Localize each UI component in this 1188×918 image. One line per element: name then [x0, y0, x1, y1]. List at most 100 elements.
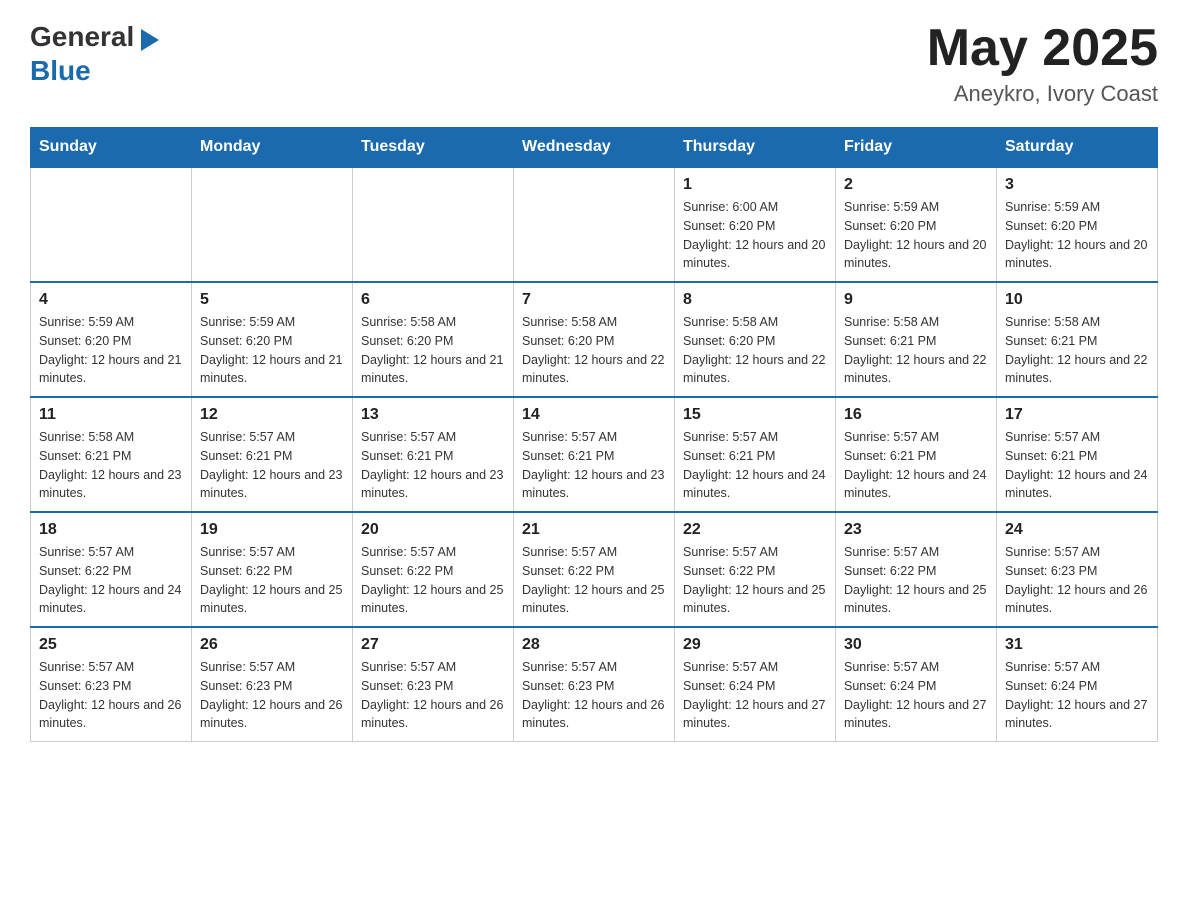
calendar-cell: 11 Sunrise: 5:58 AMSunset: 6:21 PMDayligh…	[31, 397, 192, 512]
day-number: 17	[1005, 406, 1149, 424]
calendar-cell	[514, 167, 675, 282]
calendar-cell: 3 Sunrise: 5:59 AMSunset: 6:20 PMDaylight…	[997, 167, 1158, 282]
calendar-header-row: SundayMondayTuesdayWednesdayThursdayFrid…	[31, 128, 1158, 168]
day-number: 6	[361, 291, 505, 309]
day-info: Sunrise: 5:59 AMSunset: 6:20 PMDaylight:…	[1005, 198, 1149, 273]
calendar-cell: 22 Sunrise: 5:57 AMSunset: 6:22 PMDayligh…	[675, 512, 836, 627]
calendar-week-row: 4 Sunrise: 5:59 AMSunset: 6:20 PMDaylight…	[31, 282, 1158, 397]
day-number: 10	[1005, 291, 1149, 309]
calendar-cell: 17 Sunrise: 5:57 AMSunset: 6:21 PMDayligh…	[997, 397, 1158, 512]
calendar-cell: 8Sunrise: 5:58 AMSunset: 6:20 PMDaylight…	[675, 282, 836, 397]
calendar-week-row: 25Sunrise: 5:57 AMSunset: 6:23 PMDayligh…	[31, 627, 1158, 742]
calendar-cell: 20 Sunrise: 5:57 AMSunset: 6:22 PMDayligh…	[353, 512, 514, 627]
calendar-table: SundayMondayTuesdayWednesdayThursdayFrid…	[30, 127, 1158, 742]
calendar-header-thursday: Thursday	[675, 128, 836, 168]
day-info: Sunrise: 5:57 AMSunset: 6:22 PMDaylight:…	[361, 543, 505, 618]
calendar-cell	[31, 167, 192, 282]
calendar-header-saturday: Saturday	[997, 128, 1158, 168]
day-number: 12	[200, 406, 344, 424]
day-number: 14	[522, 406, 666, 424]
day-number: 22	[683, 521, 827, 539]
calendar-cell: 15 Sunrise: 5:57 AMSunset: 6:21 PMDayligh…	[675, 397, 836, 512]
calendar-cell: 2 Sunrise: 5:59 AMSunset: 6:20 PMDaylight…	[836, 167, 997, 282]
day-number: 30	[844, 636, 988, 654]
day-info: Sunrise: 5:57 AMSunset: 6:22 PMDaylight:…	[844, 543, 988, 618]
calendar-header-sunday: Sunday	[31, 128, 192, 168]
day-number: 13	[361, 406, 505, 424]
day-info: Sunrise: 5:57 AMSunset: 6:24 PMDaylight:…	[844, 658, 988, 733]
day-info: Sunrise: 5:57 AMSunset: 6:21 PMDaylight:…	[683, 428, 827, 503]
day-number: 26	[200, 636, 344, 654]
day-info: Sunrise: 5:57 AMSunset: 6:21 PMDaylight:…	[1005, 428, 1149, 503]
day-number: 18	[39, 521, 183, 539]
day-info: Sunrise: 5:59 AMSunset: 6:20 PMDaylight:…	[200, 313, 344, 388]
day-number: 21	[522, 521, 666, 539]
day-number: 1	[683, 176, 827, 194]
page-header: General Blue May 2025 Aneykro, Ivory Coa…	[30, 20, 1158, 107]
day-number: 11	[39, 406, 183, 424]
day-number: 31	[1005, 636, 1149, 654]
calendar-cell: 10 Sunrise: 5:58 AMSunset: 6:21 PMDayligh…	[997, 282, 1158, 397]
day-number: 20	[361, 521, 505, 539]
calendar-cell: 24Sunrise: 5:57 AMSunset: 6:23 PMDayligh…	[997, 512, 1158, 627]
calendar-cell: 4 Sunrise: 5:59 AMSunset: 6:20 PMDaylight…	[31, 282, 192, 397]
day-number: 7	[522, 291, 666, 309]
day-number: 2	[844, 176, 988, 194]
day-number: 24	[1005, 521, 1149, 539]
day-info: Sunrise: 5:59 AMSunset: 6:20 PMDaylight:…	[844, 198, 988, 273]
day-info: Sunrise: 5:57 AMSunset: 6:23 PMDaylight:…	[361, 658, 505, 733]
day-number: 4	[39, 291, 183, 309]
day-info: Sunrise: 5:57 AMSunset: 6:21 PMDaylight:…	[361, 428, 505, 503]
calendar-cell: 6 Sunrise: 5:58 AMSunset: 6:20 PMDaylight…	[353, 282, 514, 397]
logo-arrow-icon	[141, 29, 159, 51]
calendar-cell: 1 Sunrise: 6:00 AMSunset: 6:20 PMDaylight…	[675, 167, 836, 282]
day-info: Sunrise: 5:57 AMSunset: 6:21 PMDaylight:…	[522, 428, 666, 503]
day-info: Sunrise: 5:57 AMSunset: 6:24 PMDaylight:…	[683, 658, 827, 733]
day-info: Sunrise: 5:57 AMSunset: 6:22 PMDaylight:…	[200, 543, 344, 618]
day-info: Sunrise: 5:58 AMSunset: 6:21 PMDaylight:…	[1005, 313, 1149, 388]
calendar-cell	[353, 167, 514, 282]
day-number: 28	[522, 636, 666, 654]
logo-blue: Blue	[30, 55, 91, 86]
calendar-cell: 26 Sunrise: 5:57 AMSunset: 6:23 PMDayligh…	[192, 627, 353, 742]
calendar-cell: 12 Sunrise: 5:57 AMSunset: 6:21 PMDayligh…	[192, 397, 353, 512]
day-info: Sunrise: 5:58 AMSunset: 6:21 PMDaylight:…	[39, 428, 183, 503]
day-info: Sunrise: 5:59 AMSunset: 6:20 PMDaylight:…	[39, 313, 183, 388]
day-info: Sunrise: 5:57 AMSunset: 6:22 PMDaylight:…	[39, 543, 183, 618]
day-info: Sunrise: 5:57 AMSunset: 6:21 PMDaylight:…	[844, 428, 988, 503]
calendar-cell: 28 Sunrise: 5:57 AMSunset: 6:23 PMDayligh…	[514, 627, 675, 742]
calendar-week-row: 1 Sunrise: 6:00 AMSunset: 6:20 PMDaylight…	[31, 167, 1158, 282]
day-info: Sunrise: 5:58 AMSunset: 6:20 PMDaylight:…	[361, 313, 505, 388]
day-info: Sunrise: 5:57 AMSunset: 6:22 PMDaylight:…	[683, 543, 827, 618]
day-info: Sunrise: 5:58 AMSunset: 6:20 PMDaylight:…	[683, 313, 827, 388]
calendar-week-row: 11 Sunrise: 5:58 AMSunset: 6:21 PMDayligh…	[31, 397, 1158, 512]
calendar-cell: 16 Sunrise: 5:57 AMSunset: 6:21 PMDayligh…	[836, 397, 997, 512]
calendar-cell: 27Sunrise: 5:57 AMSunset: 6:23 PMDayligh…	[353, 627, 514, 742]
calendar-cell: 21Sunrise: 5:57 AMSunset: 6:22 PMDayligh…	[514, 512, 675, 627]
day-number: 5	[200, 291, 344, 309]
day-number: 3	[1005, 176, 1149, 194]
calendar-cell: 7Sunrise: 5:58 AMSunset: 6:20 PMDaylight…	[514, 282, 675, 397]
calendar-cell: 19 Sunrise: 5:57 AMSunset: 6:22 PMDayligh…	[192, 512, 353, 627]
day-info: Sunrise: 5:57 AMSunset: 6:21 PMDaylight:…	[200, 428, 344, 503]
calendar-cell: 31 Sunrise: 5:57 AMSunset: 6:24 PMDayligh…	[997, 627, 1158, 742]
day-number: 16	[844, 406, 988, 424]
calendar-cell: 23Sunrise: 5:57 AMSunset: 6:22 PMDayligh…	[836, 512, 997, 627]
logo-general: General	[30, 21, 134, 52]
day-info: Sunrise: 5:57 AMSunset: 6:23 PMDaylight:…	[522, 658, 666, 733]
calendar-cell: 30 Sunrise: 5:57 AMSunset: 6:24 PMDayligh…	[836, 627, 997, 742]
day-info: Sunrise: 5:57 AMSunset: 6:24 PMDaylight:…	[1005, 658, 1149, 733]
calendar-header-monday: Monday	[192, 128, 353, 168]
calendar-header-wednesday: Wednesday	[514, 128, 675, 168]
day-number: 15	[683, 406, 827, 424]
title-area: May 2025 Aneykro, Ivory Coast	[927, 20, 1158, 107]
location-subtitle: Aneykro, Ivory Coast	[927, 81, 1158, 107]
day-info: Sunrise: 5:57 AMSunset: 6:23 PMDaylight:…	[200, 658, 344, 733]
day-info: Sunrise: 5:57 AMSunset: 6:23 PMDaylight:…	[39, 658, 183, 733]
day-number: 29	[683, 636, 827, 654]
day-info: Sunrise: 6:00 AMSunset: 6:20 PMDaylight:…	[683, 198, 827, 273]
calendar-cell: 18 Sunrise: 5:57 AMSunset: 6:22 PMDayligh…	[31, 512, 192, 627]
calendar-cell: 25Sunrise: 5:57 AMSunset: 6:23 PMDayligh…	[31, 627, 192, 742]
day-number: 19	[200, 521, 344, 539]
calendar-cell: 29 Sunrise: 5:57 AMSunset: 6:24 PMDayligh…	[675, 627, 836, 742]
